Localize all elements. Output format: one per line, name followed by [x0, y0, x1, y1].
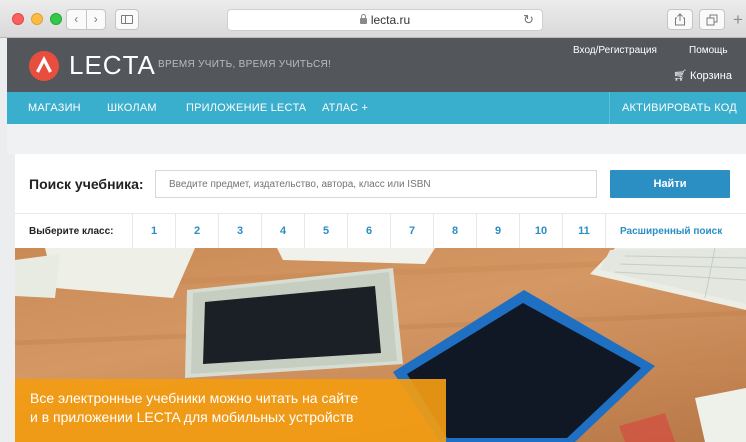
grade-7[interactable]: 7 [390, 214, 433, 249]
url-text: lecta.ru [370, 13, 411, 27]
close-window-button[interactable] [12, 13, 24, 25]
search-input[interactable] [155, 170, 597, 198]
address-bar[interactable]: lecta.ru ↻ [227, 9, 543, 31]
nav-shop[interactable]: МАГАЗИН [28, 92, 81, 124]
hero-banner[interactable]: Все электронные учебники можно читать на… [15, 248, 746, 442]
grade-8[interactable]: 8 [433, 214, 476, 249]
new-tab-icon[interactable]: + [733, 11, 743, 28]
grade-2[interactable]: 2 [175, 214, 218, 249]
content-spacer [7, 124, 746, 154]
login-link[interactable]: Вход/Регистрация [573, 45, 657, 56]
history-nav: ‹ › [66, 9, 106, 30]
hero-caption: Все электронные учебники можно читать на… [15, 379, 446, 442]
reload-icon[interactable]: ↻ [523, 12, 534, 28]
browser-toolbar: ‹ › lecta.ru ↻ + [0, 0, 746, 38]
grade-6[interactable]: 6 [347, 214, 390, 249]
nav-schools[interactable]: ШКОЛАМ [107, 92, 157, 124]
nav-atlas[interactable]: АТЛАС + [322, 92, 368, 124]
cart-icon: 🛒︎ [673, 70, 687, 82]
slogan: ВРЕМЯ УЧИТЬ, ВРЕМЯ УЧИТЬСЯ! [158, 59, 332, 70]
grade-3[interactable]: 3 [218, 214, 261, 249]
logo-icon[interactable] [29, 51, 59, 81]
grade-9[interactable]: 9 [476, 214, 519, 249]
hero-caption-line-1: Все электронные учебники можно читать на… [30, 390, 359, 406]
advanced-search-link[interactable]: Расширенный поиск [605, 214, 746, 249]
search-panel: Поиск учебника: Найти Выберите класс: 1 … [15, 154, 746, 249]
share-icon[interactable] [667, 9, 693, 30]
grade-10[interactable]: 10 [519, 214, 562, 249]
grade-4[interactable]: 4 [261, 214, 304, 249]
zoom-window-button[interactable] [50, 13, 62, 25]
forward-icon[interactable]: › [87, 10, 106, 29]
grade-selector: Выберите класс: 1 2 3 4 5 6 7 8 9 10 11 … [15, 213, 746, 249]
grade-5[interactable]: 5 [304, 214, 347, 249]
main-nav: МАГАЗИН ШКОЛАМ ПРИЛОЖЕНИЕ LECTA АТЛАС + … [7, 92, 746, 124]
cart-link[interactable]: 🛒︎ Корзина [673, 69, 732, 82]
hero-caption-line-2: и в приложении LECTA для мобильных устро… [30, 409, 354, 425]
nav-divider [609, 92, 610, 124]
grade-1[interactable]: 1 [132, 214, 175, 249]
lock-icon [359, 14, 367, 24]
minimize-window-button[interactable] [31, 13, 43, 25]
logo-text[interactable]: LECTA [69, 50, 156, 80]
activate-code-link[interactable]: АКТИВИРОВАТЬ КОД [622, 92, 737, 124]
search-button[interactable]: Найти [610, 170, 730, 198]
sidebar-icon[interactable] [115, 9, 139, 30]
grade-label: Выберите класс: [29, 226, 114, 237]
cart-label: Корзина [690, 70, 732, 82]
back-icon[interactable]: ‹ [67, 10, 87, 29]
tabs-icon[interactable] [699, 9, 725, 30]
site-header: LECTA ВРЕМЯ УЧИТЬ, ВРЕМЯ УЧИТЬСЯ! Вход/Р… [7, 38, 746, 92]
search-label: Поиск учебника: [29, 176, 144, 192]
help-link[interactable]: Помощь [689, 45, 728, 56]
nav-app[interactable]: ПРИЛОЖЕНИЕ LECTA [186, 92, 306, 124]
grade-11[interactable]: 11 [562, 214, 605, 249]
